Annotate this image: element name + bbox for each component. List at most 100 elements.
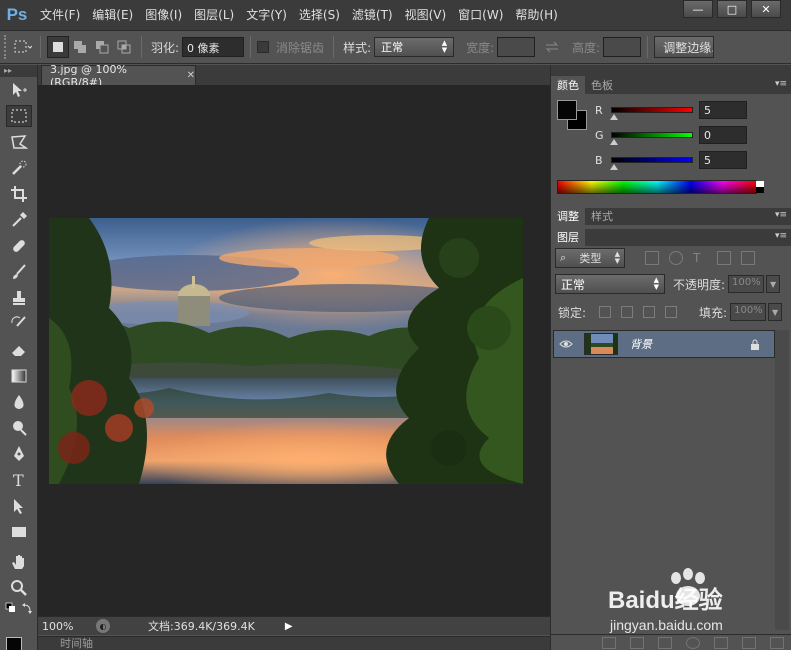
foreground-color[interactable] <box>557 100 577 120</box>
add-selection-icon[interactable] <box>69 36 91 58</box>
green-slider[interactable] <box>610 132 693 145</box>
menu-layer[interactable]: 图层(L) <box>188 0 240 30</box>
tab-adjustments[interactable]: 调整 <box>551 207 585 225</box>
tool-quick-select[interactable] <box>0 155 38 181</box>
menu-help[interactable]: 帮助(H) <box>509 0 563 30</box>
foreground-color-swatch[interactable] <box>6 637 22 650</box>
panel-menu-icon[interactable]: ▾≡ <box>775 210 787 220</box>
close-tab-icon[interactable]: ✕ <box>187 70 195 81</box>
panel-menu-icon[interactable]: ▾≡ <box>775 79 787 89</box>
tab-color[interactable]: 颜色 <box>551 76 585 94</box>
fill-dropdown-icon[interactable]: ▼ <box>768 303 783 321</box>
subtract-selection-icon[interactable] <box>91 36 113 58</box>
tool-move[interactable] <box>0 77 38 103</box>
zoom-level[interactable]: 100% <box>38 620 88 633</box>
layers-scrollbar[interactable] <box>775 330 789 630</box>
layer-filter-select[interactable]: ⌕ 类型 ▲ ▼ <box>555 248 625 268</box>
green-value-input[interactable]: 0 <box>699 126 747 144</box>
lock-position-icon[interactable] <box>643 306 656 318</box>
tool-marquee[interactable] <box>0 103 38 129</box>
tool-lasso[interactable] <box>0 129 38 155</box>
filter-shape-icon[interactable] <box>717 251 731 265</box>
filter-adjustment-icon[interactable] <box>669 251 683 265</box>
tool-zoom[interactable] <box>0 575 38 601</box>
blue-value-input[interactable]: 5 <box>699 151 747 169</box>
new-selection-icon[interactable] <box>47 36 69 58</box>
tab-swatches[interactable]: 色板 <box>585 76 619 94</box>
opacity-dropdown-icon[interactable]: ▼ <box>766 275 781 293</box>
slider-thumb-icon[interactable] <box>610 164 618 170</box>
tool-history-brush[interactable] <box>0 311 38 337</box>
blue-slider[interactable] <box>610 157 693 170</box>
options-grip[interactable] <box>4 35 12 59</box>
panel-menu-icon[interactable]: ▾≡ <box>775 231 787 241</box>
timeline-panel-tab[interactable]: 时间轴 <box>38 636 550 650</box>
tool-color-swatches[interactable] <box>0 601 38 623</box>
menu-view[interactable]: 视图(V) <box>399 0 453 30</box>
link-layers-icon[interactable] <box>602 636 616 649</box>
tool-brush[interactable] <box>0 259 38 285</box>
tool-type[interactable]: T <box>0 467 38 493</box>
menu-window[interactable]: 窗口(W) <box>452 0 509 30</box>
menu-image[interactable]: 图像(I) <box>139 0 188 30</box>
color-spectrum[interactable] <box>557 180 764 194</box>
canvas-vertical-scrollbar[interactable] <box>536 85 550 616</box>
tool-hand[interactable] <box>0 549 38 575</box>
tool-crop[interactable] <box>0 181 38 207</box>
opacity-input[interactable]: 100% <box>728 275 765 293</box>
black-white-swatch[interactable] <box>756 181 764 193</box>
tool-gradient[interactable] <box>0 363 38 389</box>
maximize-button[interactable]: □ <box>717 0 747 18</box>
fill-input[interactable]: 100% <box>730 303 767 321</box>
filter-pixel-icon[interactable] <box>645 251 659 265</box>
layer-mask-icon[interactable] <box>658 636 672 649</box>
height-input[interactable] <box>603 37 642 57</box>
tool-clone-stamp[interactable] <box>0 285 38 311</box>
tools-collapse-icon[interactable]: ▸▸ <box>0 65 37 77</box>
marquee-preset-icon[interactable] <box>12 36 34 58</box>
width-input[interactable] <box>497 37 536 57</box>
layer-style-icon[interactable] <box>630 636 644 649</box>
layer-row-background[interactable]: 背景 <box>553 330 775 358</box>
menu-type[interactable]: 文字(Y) <box>240 0 293 30</box>
status-menu-arrow-icon[interactable]: ▶ <box>285 621 293 632</box>
lock-image-icon[interactable] <box>621 306 634 318</box>
refine-edge-button[interactable]: 调整边缘... <box>654 36 715 58</box>
document-image[interactable] <box>49 218 523 484</box>
new-layer-icon[interactable] <box>742 636 756 649</box>
minimize-button[interactable]: — <box>683 0 713 18</box>
tool-dodge[interactable] <box>0 415 38 441</box>
tool-healing[interactable] <box>0 233 38 259</box>
red-slider[interactable] <box>610 107 693 120</box>
antialias-checkbox[interactable] <box>257 41 270 53</box>
red-value-input[interactable]: 5 <box>699 101 747 119</box>
feather-input[interactable]: 0 像素 <box>182 37 245 57</box>
close-button[interactable]: ✕ <box>751 0 781 18</box>
menu-select[interactable]: 选择(S) <box>293 0 346 30</box>
document-tab[interactable]: 3.jpg @ 100%(RGB/8#) ✕ <box>41 63 196 89</box>
intersect-selection-icon[interactable] <box>113 36 135 58</box>
slider-thumb-icon[interactable] <box>610 114 618 120</box>
tool-eyedropper[interactable] <box>0 207 38 233</box>
tool-eraser[interactable] <box>0 337 38 363</box>
tab-layers[interactable]: 图层 <box>551 228 585 246</box>
status-info-icon[interactable]: ◐ <box>96 619 110 633</box>
tab-styles[interactable]: 样式 <box>585 207 619 225</box>
swap-dimensions-icon[interactable] <box>541 36 563 58</box>
menu-edit[interactable]: 编辑(E) <box>86 0 139 30</box>
blend-mode-select[interactable]: 正常 ▲ ▼ <box>555 274 665 294</box>
filter-type-icon[interactable]: T <box>693 251 707 265</box>
adjustment-layer-icon[interactable] <box>686 636 700 649</box>
delete-layer-icon[interactable] <box>770 636 784 649</box>
lock-transparent-icon[interactable] <box>599 306 612 318</box>
tool-blur[interactable] <box>0 389 38 415</box>
lock-all-icon[interactable] <box>665 306 678 318</box>
visibility-eye-icon[interactable] <box>554 339 578 349</box>
filter-smart-object-icon[interactable] <box>741 251 755 265</box>
slider-thumb-icon[interactable] <box>610 139 618 145</box>
style-select[interactable]: 正常 ▲ ▼ <box>374 37 455 57</box>
menu-filter[interactable]: 滤镜(T) <box>346 0 399 30</box>
tool-shape[interactable] <box>0 519 38 545</box>
menu-file[interactable]: 文件(F) <box>34 0 86 30</box>
tool-pen[interactable] <box>0 441 38 467</box>
